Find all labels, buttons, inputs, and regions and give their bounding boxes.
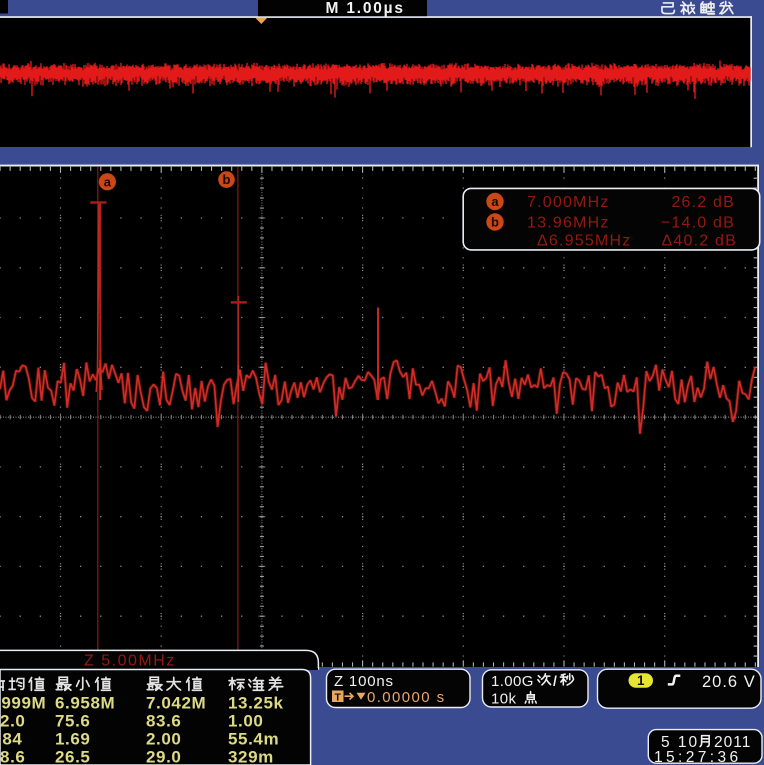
svg-text:15:27:36: 15:27:36	[654, 749, 742, 765]
svg-text:329m: 329m	[228, 748, 274, 765]
svg-text:1.84: 1.84	[0, 730, 23, 749]
svg-text:10k: 10k	[491, 691, 516, 708]
svg-text:1.69: 1.69	[55, 730, 91, 749]
svg-text:6.958M: 6.958M	[55, 694, 115, 713]
svg-text:7.042M: 7.042M	[146, 694, 206, 713]
svg-text:75.6: 75.6	[55, 712, 91, 731]
svg-text:Δ40.2 dB: Δ40.2 dB	[662, 233, 737, 250]
svg-text:−14.0 dB: −14.0 dB	[661, 215, 735, 232]
svg-text:a: a	[491, 194, 499, 209]
svg-text:b: b	[491, 215, 499, 230]
svg-text:1.00: 1.00	[228, 712, 264, 731]
svg-text:13.96MHz: 13.96MHz	[527, 215, 610, 232]
svg-text:55.4m: 55.4m	[228, 730, 279, 749]
svg-text:M 1.00µs: M 1.00µs	[326, 0, 405, 17]
svg-text:6.999M: 6.999M	[0, 694, 46, 713]
svg-text:Δ6.955MHz: Δ6.955MHz	[537, 233, 631, 250]
svg-text:b: b	[223, 172, 231, 187]
svg-text:13.25k: 13.25k	[228, 694, 284, 713]
svg-text:26.5: 26.5	[55, 748, 91, 765]
svg-text:1.00G: 1.00G	[491, 673, 534, 690]
svg-text:T: T	[334, 691, 341, 703]
svg-text:0.00000 s: 0.00000 s	[367, 689, 446, 706]
svg-text:Z 100ns: Z 100ns	[334, 673, 394, 690]
svg-text:28.6: 28.6	[0, 748, 26, 765]
svg-text:26.2 dB: 26.2 dB	[671, 194, 735, 211]
svg-text:/: /	[553, 673, 557, 689]
svg-text:1: 1	[637, 673, 645, 688]
svg-text:20.6 V: 20.6 V	[702, 673, 756, 691]
svg-text:83.6: 83.6	[146, 712, 182, 731]
svg-text:29.0: 29.0	[146, 748, 182, 765]
svg-text:Z 5.00MHz: Z 5.00MHz	[84, 653, 176, 670]
svg-text:2.00: 2.00	[146, 730, 182, 749]
svg-text:a: a	[104, 174, 112, 189]
svg-text:7.000MHz: 7.000MHz	[527, 194, 610, 211]
svg-text:82.0: 82.0	[0, 712, 26, 731]
